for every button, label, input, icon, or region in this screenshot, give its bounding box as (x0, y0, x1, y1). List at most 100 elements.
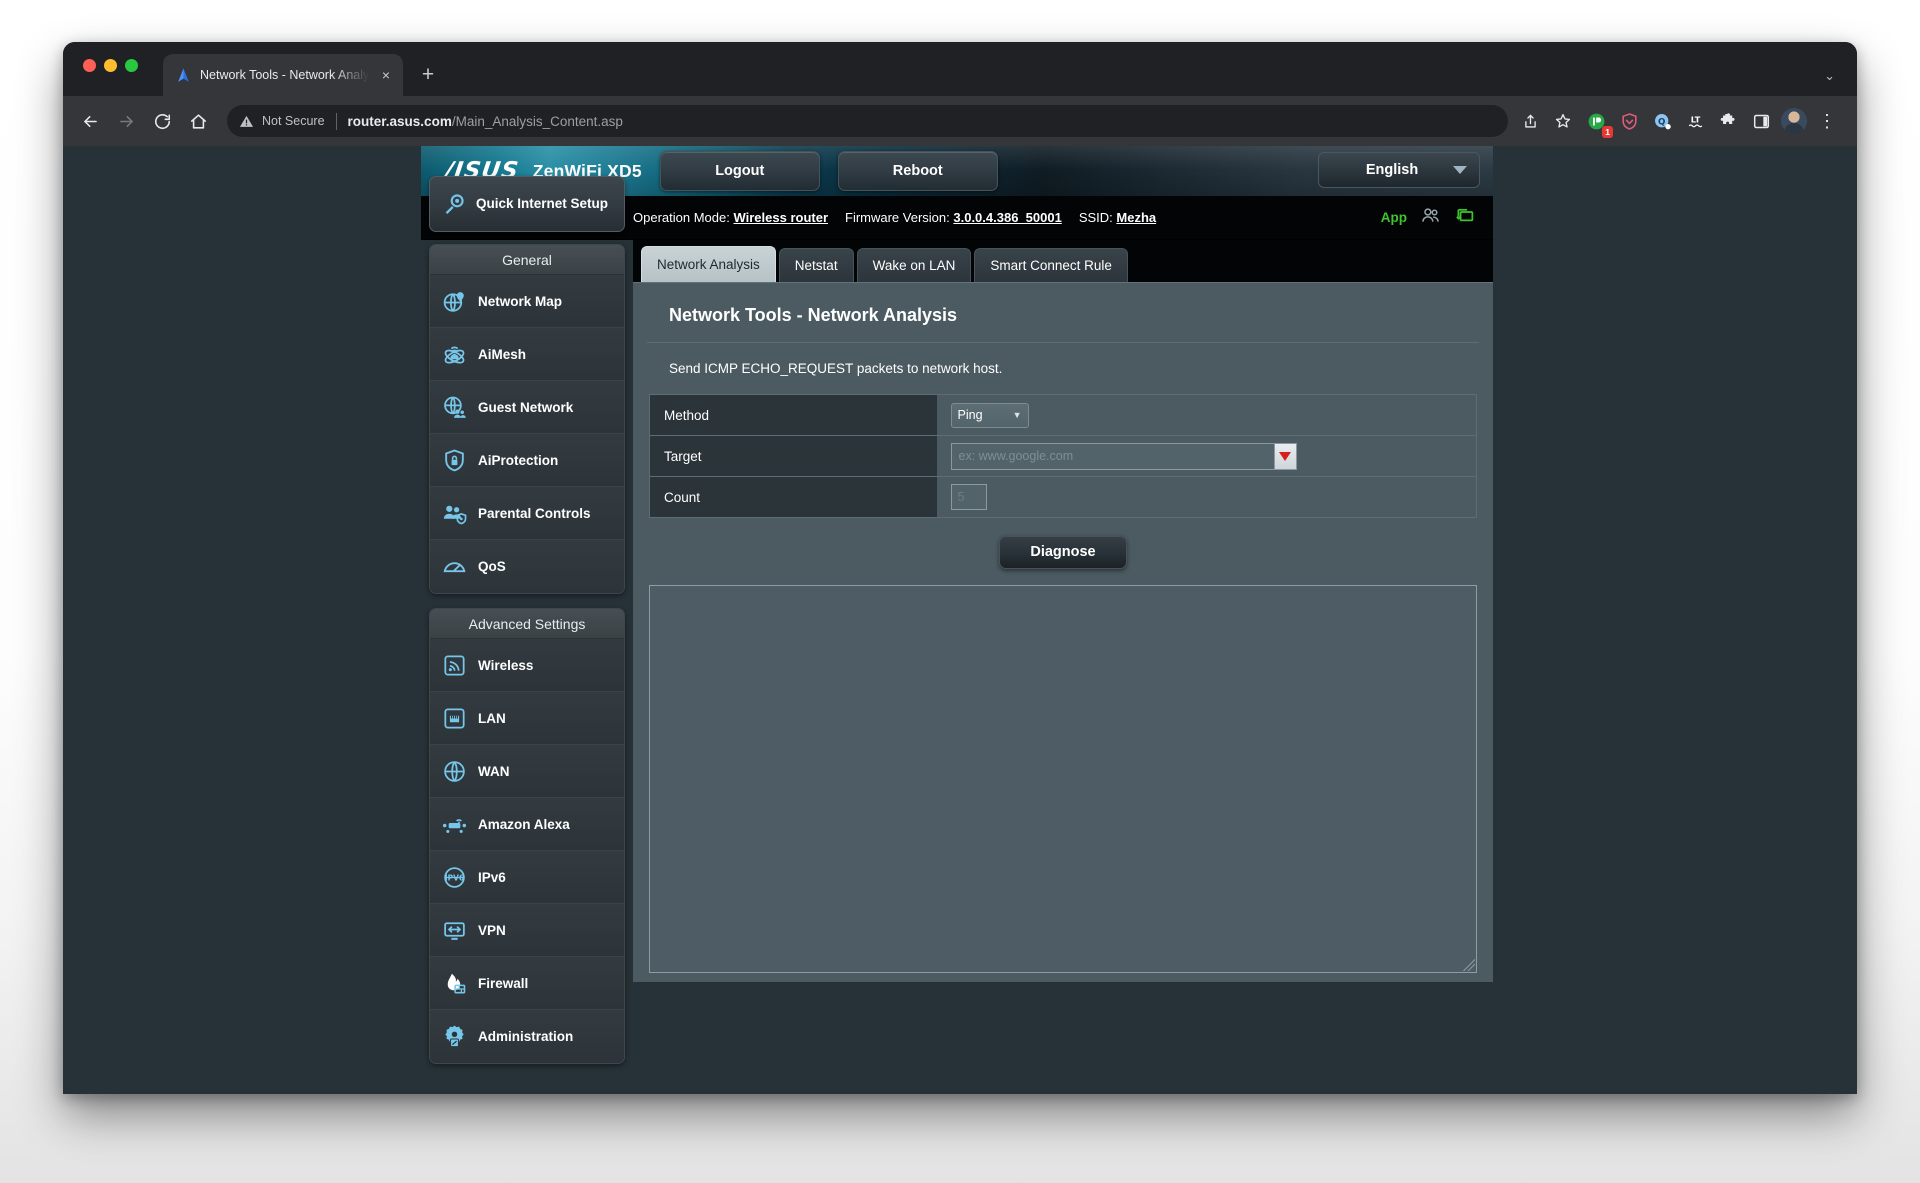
target-input[interactable]: ex: www.google.com (950, 442, 1274, 470)
diagnostics-output-textarea[interactable] (649, 585, 1477, 973)
infobar-right-actions: App (1381, 196, 1475, 239)
count-field-cell: 5 (936, 476, 1477, 518)
extension-badge-count: 1 (1602, 125, 1613, 138)
content-panel: Network Tools - Network Analysis Send IC… (633, 282, 1493, 982)
administration-gear-icon (441, 1024, 467, 1050)
chevron-down-icon: ▼ (1012, 410, 1022, 420)
sidebar-item-label: Wireless (478, 657, 534, 673)
shield-lock-icon (441, 447, 467, 473)
language-selector[interactable]: English (1318, 152, 1480, 188)
url-host: router.asus.com (347, 113, 452, 129)
tab-wake-on-lan[interactable]: Wake on LAN (856, 248, 972, 282)
sidebar-item-administration[interactable]: Administration (430, 1010, 624, 1063)
sidebar-item-aiprotection[interactable]: AiProtection (430, 434, 624, 487)
sidebar-item-aimesh[interactable]: AiMesh (430, 328, 624, 381)
sidebar-item-wan[interactable]: WAN (430, 745, 624, 798)
sidebar-item-parental-controls[interactable]: Parental Controls (430, 487, 624, 540)
url-path: /Main_Analysis_Content.asp (451, 113, 623, 129)
extension-privacy-icon[interactable]: Q (1646, 105, 1678, 137)
sidebar-item-label: Firewall (478, 975, 529, 991)
sidebar-item-label: Quick Internet Setup (476, 196, 609, 212)
sidebar-group-title: General (430, 245, 624, 275)
sidebar-item-network-map[interactable]: Network Map (430, 275, 624, 328)
firmware-label: Firmware Version: (845, 210, 950, 225)
amazon-alexa-icon (441, 811, 467, 837)
firewall-flame-icon (441, 970, 467, 996)
sidebar-item-label: Network Map (478, 293, 563, 309)
sidebar-group-advanced-settings: Advanced Settings Wireless LAN WAN Amazo… (429, 608, 625, 1064)
language-selector-value: English (1365, 162, 1419, 178)
sidebar-item-wireless[interactable]: Wireless (430, 639, 624, 692)
firmware-value[interactable]: 3.0.0.4.386_50001 (953, 210, 1061, 225)
home-button[interactable] (181, 104, 215, 138)
app-link[interactable]: App (1381, 210, 1407, 225)
address-bar[interactable]: Not Secure router.asus.com/Main_Analysis… (227, 105, 1508, 137)
page-viewport: /ISUS ZenWiFi XD5 Logout Reboot English … (63, 146, 1857, 1094)
lan-port-icon (441, 705, 467, 731)
sidebar-item-vpn[interactable]: VPN (430, 904, 624, 957)
ssid-info: SSID: Mezha (1079, 210, 1156, 225)
chevron-down-icon (1453, 166, 1467, 174)
reboot-button[interactable]: Reboot (837, 151, 998, 191)
side-panel-icon[interactable] (1745, 105, 1777, 137)
sidebar-group-general: General Network Map AiMesh Guest Network… (429, 244, 625, 594)
target-history-dropdown-button[interactable] (1273, 442, 1297, 470)
users-icon[interactable] (1420, 205, 1441, 231)
extension-reader-icon[interactable]: 1 (1580, 105, 1613, 138)
operation-mode-value[interactable]: Wireless router (733, 210, 828, 225)
caret-down-icon (1279, 451, 1291, 461)
sidebar-item-ipv6[interactable]: IPV6 IPv6 (430, 851, 624, 904)
target-input-group: ex: www.google.com (950, 442, 1297, 470)
sidebar-item-label: IPv6 (478, 869, 506, 885)
languagetool-icon[interactable]: LT (1679, 105, 1711, 137)
maximize-window-button[interactable] (125, 59, 138, 72)
close-tab-button[interactable]: × (377, 66, 395, 84)
reload-button[interactable] (145, 104, 179, 138)
tab-netstat[interactable]: Netstat (778, 248, 854, 282)
vpn-monitor-icon (441, 917, 467, 943)
sidebar-item-qos[interactable]: QoS (430, 540, 624, 593)
share-icon[interactable] (1514, 105, 1546, 137)
remote-connection-icon[interactable] (1454, 205, 1475, 231)
page-description: Send ICMP ECHO_REQUEST packets to networ… (669, 361, 1003, 376)
method-label: Method (649, 394, 937, 436)
asus-router-favicon (175, 67, 192, 84)
browser-tab[interactable]: Network Tools - Network Analy × (163, 54, 403, 96)
extensions-puzzle-icon[interactable] (1712, 105, 1744, 137)
tab-smart-connect-rule[interactable]: Smart Connect Rule (974, 248, 1128, 282)
resize-grip[interactable] (1463, 959, 1475, 971)
sidebar-item-quick-internet-setup[interactable]: Quick Internet Setup (429, 176, 625, 232)
count-input[interactable]: 5 (950, 484, 987, 510)
sidebar-item-label: QoS (478, 559, 506, 574)
browser-menu-button[interactable]: ⋮ (1811, 105, 1843, 137)
sidebar-item-guest-network[interactable]: Guest Network (430, 381, 624, 434)
ssid-value[interactable]: Mezha (1116, 210, 1156, 225)
back-button[interactable] (73, 104, 107, 138)
not-secure-warning-icon[interactable] (239, 114, 254, 129)
browser-toolbar: Not Secure router.asus.com/Main_Analysis… (63, 96, 1857, 146)
avatar[interactable] (1778, 105, 1810, 137)
sidebar-item-label: Guest Network (478, 399, 574, 415)
new-tab-button[interactable]: + (413, 60, 443, 90)
table-row: Target ex: www.google.com (649, 435, 1477, 477)
sidebar-item-amazon-alexa[interactable]: Amazon Alexa (430, 798, 624, 851)
minimize-window-button[interactable] (104, 59, 117, 72)
security-status-label: Not Secure (262, 114, 325, 128)
sidebar-item-firewall[interactable]: Firewall (430, 957, 624, 1010)
tab-list-chevron-icon[interactable]: ⌄ (1824, 68, 1835, 84)
forward-button[interactable] (109, 104, 143, 138)
close-window-button[interactable] (83, 59, 96, 72)
ipv6-globe-icon: IPV6 (441, 864, 467, 890)
sidebar-item-label: VPN (478, 922, 506, 938)
method-select-value: Ping (957, 408, 983, 422)
diagnose-button[interactable]: Diagnose (999, 535, 1127, 569)
count-label: Count (649, 476, 937, 518)
quick-internet-setup-icon (440, 191, 466, 217)
method-select[interactable]: Ping ▼ (950, 402, 1029, 428)
extension-shield-icon[interactable] (1613, 105, 1645, 137)
logout-button[interactable]: Logout (659, 151, 820, 191)
bookmark-star-icon[interactable] (1547, 105, 1579, 137)
sidebar-item-lan[interactable]: LAN (430, 692, 624, 745)
tab-network-analysis[interactable]: Network Analysis (641, 246, 776, 282)
diagnostics-form: Method Ping ▼ Target ex: www.google.com … (649, 394, 1477, 518)
